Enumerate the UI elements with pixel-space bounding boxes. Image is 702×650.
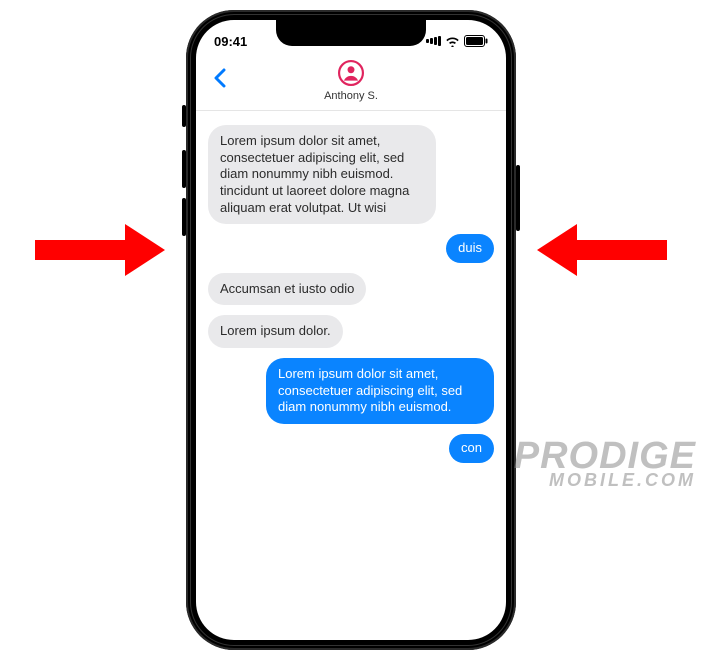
cellular-signal-icon: [425, 36, 441, 46]
instruction-arrow-left: [35, 220, 165, 280]
message-text: Lorem ipsum dolor sit amet, consectetuer…: [278, 366, 462, 414]
message-text: con: [461, 440, 482, 455]
contact-avatar-icon[interactable]: [336, 58, 366, 88]
conversation-header: Anthony S.: [196, 56, 506, 111]
message-bubble[interactable]: Lorem ipsum dolor.: [208, 315, 343, 348]
watermark-line1: PRODIGE: [514, 440, 696, 472]
power-button[interactable]: [516, 165, 520, 231]
message-text: Lorem ipsum dolor sit amet, consectetuer…: [220, 133, 409, 215]
message-bubble[interactable]: con: [449, 434, 494, 463]
notch: [276, 20, 426, 46]
watermark: PRODIGE MOBILE.COM: [514, 440, 696, 488]
watermark-line2: MOBILE.COM: [514, 473, 696, 488]
battery-icon: [464, 35, 488, 47]
message-bubble[interactable]: duis: [446, 234, 494, 263]
message-bubble[interactable]: Accumsan et iusto odio: [208, 273, 366, 306]
instruction-arrow-right: [537, 220, 667, 280]
phone-screen: 09:41 Anthony S.: [196, 20, 506, 640]
message-text: duis: [458, 240, 482, 255]
wifi-icon: [445, 36, 460, 47]
volume-up-button[interactable]: [182, 150, 186, 188]
mute-switch[interactable]: [182, 105, 186, 127]
volume-down-button[interactable]: [182, 198, 186, 236]
status-time: 09:41: [214, 34, 247, 49]
back-button[interactable]: [206, 64, 234, 92]
message-bubble[interactable]: Lorem ipsum dolor sit amet, consectetuer…: [208, 125, 436, 224]
phone-frame: 09:41 Anthony S.: [186, 10, 516, 650]
contact-name[interactable]: Anthony S.: [324, 90, 378, 102]
messages-list[interactable]: Lorem ipsum dolor sit amet, consectetuer…: [196, 111, 506, 463]
message-bubble[interactable]: Lorem ipsum dolor sit amet, consectetuer…: [266, 358, 494, 424]
message-text: Accumsan et iusto odio: [220, 281, 354, 296]
message-text: Lorem ipsum dolor.: [220, 323, 331, 338]
